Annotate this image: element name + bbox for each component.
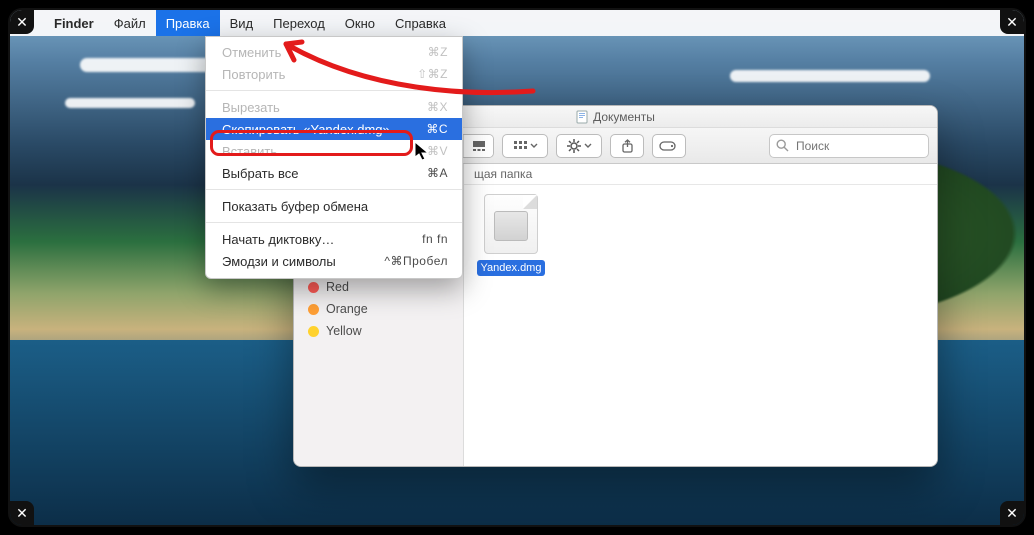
sidebar-item-label: Orange xyxy=(326,302,368,316)
search-field[interactable] xyxy=(769,134,929,158)
menu-item-redo[interactable]: Повторить⇧⌘Z xyxy=(206,63,462,85)
menu-bar: Finder Файл Правка Вид Переход Окно Спра… xyxy=(10,10,1024,36)
search-input[interactable] xyxy=(769,134,929,158)
menu-item-copy[interactable]: Скопировать «Yandex.dmg»⌘C xyxy=(206,118,462,140)
frame-corner: ✕ xyxy=(10,10,34,34)
sidebar-tag-yellow[interactable]: Yellow xyxy=(294,320,463,342)
tags-button[interactable] xyxy=(652,134,686,158)
frame-corner: ✕ xyxy=(1000,10,1024,34)
menu-item-emoji[interactable]: Эмодзи и символы^⌘Пробел xyxy=(206,250,462,272)
path-bar: щая папка xyxy=(464,164,937,185)
menubar-app-name[interactable]: Finder xyxy=(44,10,104,36)
menu-item-undo[interactable]: Отменить⌘Z xyxy=(206,41,462,63)
menu-go[interactable]: Переход xyxy=(263,10,335,36)
dmg-icon xyxy=(484,194,538,254)
content-area[interactable]: щая папка Yandex.dmg xyxy=(464,164,937,466)
file-item[interactable]: Yandex.dmg xyxy=(476,194,546,276)
frame-corner: ✕ xyxy=(1000,501,1024,525)
sidebar-tag-orange[interactable]: Orange xyxy=(294,298,463,320)
file-label: Yandex.dmg xyxy=(477,260,546,276)
frame-corner: ✕ xyxy=(10,501,34,525)
menu-item-cut[interactable]: Вырезать⌘X xyxy=(206,96,462,118)
menu-help[interactable]: Справка xyxy=(385,10,456,36)
menu-edit[interactable]: Правка xyxy=(156,10,220,36)
window-title: Документы xyxy=(593,110,655,124)
menu-view[interactable]: Вид xyxy=(220,10,264,36)
share-button[interactable] xyxy=(610,134,644,158)
action-menu[interactable] xyxy=(556,134,602,158)
menu-window[interactable]: Окно xyxy=(335,10,385,36)
folder-proxy-icon xyxy=(576,110,588,124)
tag-dot-icon xyxy=(308,326,319,337)
menu-item-show-clipboard[interactable]: Показать буфер обмена xyxy=(206,195,462,217)
menu-file[interactable]: Файл xyxy=(104,10,156,36)
sidebar-item-label: Red xyxy=(326,280,349,294)
menu-item-paste[interactable]: Вставить⌘V xyxy=(206,140,462,162)
edit-menu-dropdown: Отменить⌘Z Повторить⇧⌘Z Вырезать⌘X Скопи… xyxy=(205,36,463,279)
search-icon xyxy=(776,139,789,152)
tag-dot-icon xyxy=(308,282,319,293)
tag-dot-icon xyxy=(308,304,319,315)
menu-item-select-all[interactable]: Выбрать все⌘A xyxy=(206,162,462,184)
sidebar-item-label: Yellow xyxy=(326,324,362,338)
view-gallery[interactable] xyxy=(463,135,493,157)
sidebar-tag-red[interactable]: Red xyxy=(294,276,463,298)
menu-item-start-dictation[interactable]: Начать диктовку…fn fn xyxy=(206,228,462,250)
arrange-menu[interactable] xyxy=(502,134,548,158)
